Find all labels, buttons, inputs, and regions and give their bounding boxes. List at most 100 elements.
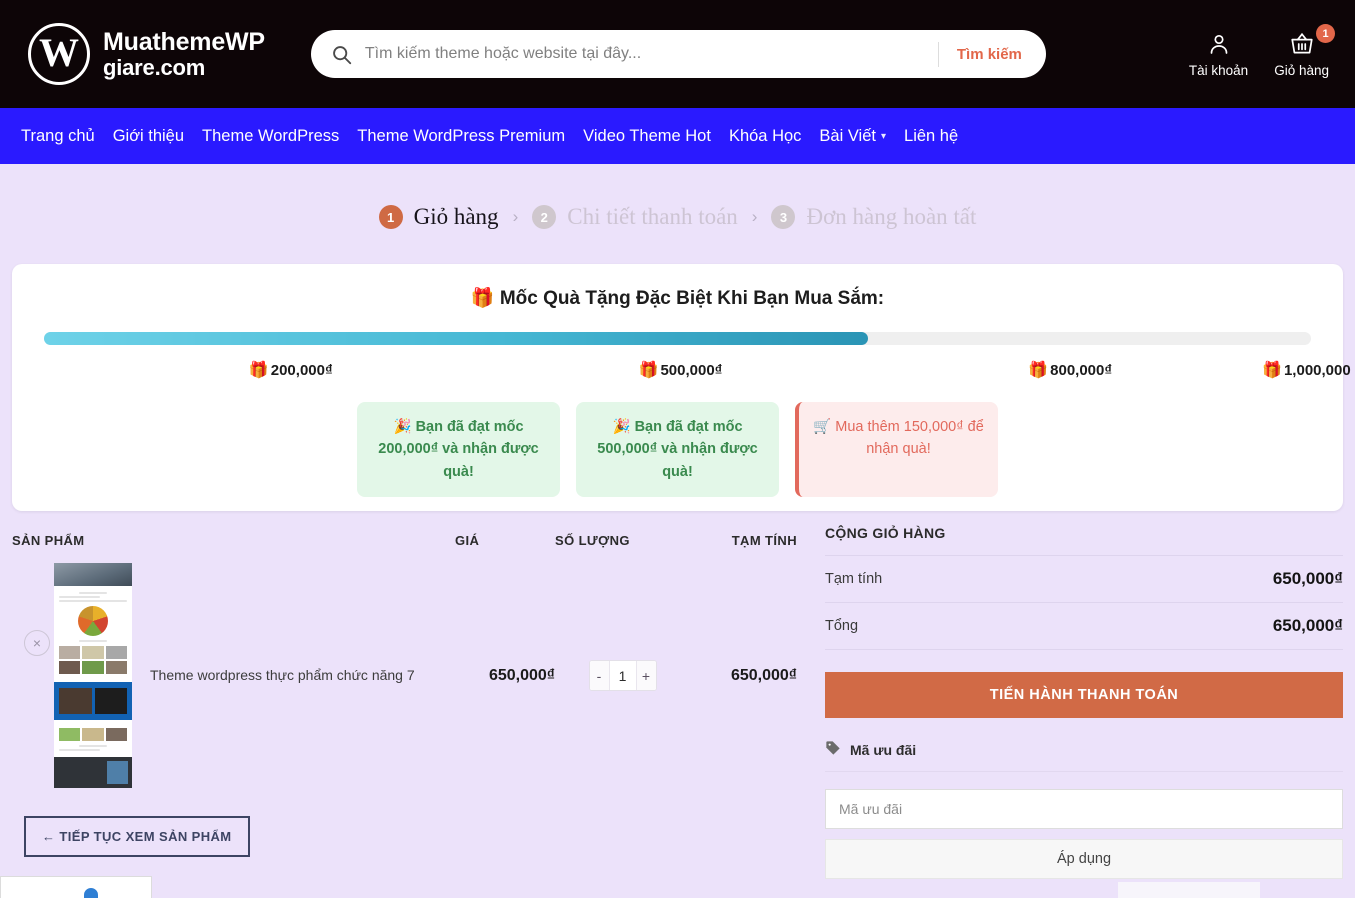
brand-text: MuathemeWP giare.com: [103, 28, 265, 80]
cart-icon: 🛒: [813, 419, 836, 435]
wordpress-logo-icon: W: [28, 23, 90, 85]
checkout-step-1[interactable]: 1 Giỏ hàng: [378, 204, 499, 230]
nav-item-label: Khóa Học: [728, 126, 802, 145]
nav-item-label: Bài Viết: [819, 126, 876, 145]
product-cell: Theme wordpress thực phẩm chức năng 7: [12, 563, 455, 789]
thumb-footer-section: [54, 757, 132, 789]
nav-item-3[interactable]: Theme WordPress: [193, 127, 348, 146]
quantity-cell: - +: [555, 660, 690, 692]
cart-total-value: 650,000₫: [1272, 569, 1343, 589]
basket-icon: [1289, 30, 1315, 58]
step-number-badge: 3: [771, 205, 796, 229]
gift-milestone-label: 500,000₫: [660, 361, 723, 379]
nav-item-2[interactable]: Giới thiệu: [104, 127, 193, 146]
cart-count-badge: 1: [1316, 24, 1335, 43]
gift-milestone-2: 🎁 500,000₫: [639, 360, 723, 380]
thumb-lower-section: [54, 720, 132, 758]
chat-widget[interactable]: [0, 876, 152, 898]
gift-icon: 🎁: [638, 362, 659, 379]
cart-totals-title: CỘNG GIỎ HÀNG: [825, 525, 946, 542]
search-button[interactable]: Tìm kiếm: [937, 41, 1040, 67]
chevron-down-icon: ▾: [881, 130, 887, 142]
account-label: Tài khoản: [1188, 63, 1249, 78]
search-bar[interactable]: Tìm kiếm: [310, 30, 1046, 78]
gift-icon: 🎁: [1028, 362, 1049, 379]
search-input[interactable]: [364, 45, 938, 63]
brand-name-line1: MuathemeWP: [103, 28, 265, 57]
cart-total-value: 650,000₫: [1272, 616, 1343, 636]
brand-name-line2: giare.com: [103, 54, 206, 80]
nav-item-label: Liên hệ: [904, 126, 959, 145]
continue-shopping-button[interactable]: ← TIẾP TỤC XEM SẢN PHẨM: [24, 816, 250, 858]
thumb-hero-section: [54, 563, 132, 587]
checkout-step-2[interactable]: 2 Chi tiết thanh toán: [532, 204, 738, 230]
nav-item-7[interactable]: Bài Viết ▾: [810, 127, 895, 146]
nav-item-label: Trang chủ: [21, 126, 95, 145]
gift-message-card-2: 🎉 Bạn đã đạt mốc 500,000₫ và nhận được q…: [576, 402, 779, 498]
quantity-decrease-button[interactable]: -: [589, 661, 609, 691]
cart-total-label: Tạm tính: [825, 571, 883, 588]
gift-milestone-label: 1,000,000: [1283, 361, 1351, 379]
gift-icon: 🎁: [248, 362, 269, 379]
thumb-blue-section: [54, 682, 132, 721]
column-header-quantity: SỐ LƯỢNG: [555, 532, 630, 548]
gift-milestone-labels: 🎁 200,000₫ 🎁 500,000₫ 🎁 800,000₫ 🎁 1,000,000: [28, 360, 1351, 384]
nav-item-label: Giới thiệu: [112, 126, 185, 145]
gift-progress-track: [44, 332, 1311, 345]
party-icon: 🎉: [393, 419, 416, 435]
checkout-steps: 1 Giỏ hàng › 2 Chi tiết thanh toán › 3 Đơn hàng…: [0, 164, 1355, 264]
nav-item-1[interactable]: Trang chủ: [12, 127, 104, 146]
cart-total-label: Tổng: [825, 618, 859, 635]
chat-icon: [84, 888, 98, 898]
quantity-input[interactable]: [608, 661, 637, 691]
nav-item-4[interactable]: Theme WordPress Premium: [348, 127, 574, 146]
user-icon: [1207, 30, 1231, 58]
product-name[interactable]: Theme wordpress thực phẩm chức năng 7: [150, 666, 415, 686]
gift-milestone-4: 🎁 1,000,000: [1262, 360, 1351, 380]
search-icon: [331, 44, 352, 65]
checkout-button[interactable]: TIẾN HÀNH THANH TOÁN: [825, 672, 1343, 719]
coupon-heading: Mã ưu đãi: [825, 740, 1343, 773]
coupon-heading-label: Mã ưu đãi: [850, 741, 917, 758]
nav-item-label: Video Theme Hot: [583, 126, 711, 145]
step-label: Giỏ hàng: [413, 204, 499, 229]
cart-total-row-1: Tạm tính 650,000₫: [825, 555, 1343, 604]
brand-logo[interactable]: W MuathemeWP giare.com: [28, 23, 265, 85]
step-separator: ›: [512, 207, 519, 226]
bottom-right-strip: [1118, 882, 1260, 898]
account-button[interactable]: Tài khoản: [1189, 30, 1248, 78]
column-header-product: SẢN PHẨM: [12, 532, 85, 548]
cart-table-header: SẢN PHẨM GIÁ SỐ LƯỢNG TẠM TÍNH: [12, 525, 797, 555]
gift-panel-title: 🎁 Mốc Quà Tặng Đặc Biệt Khi Bạn Mua Sắm:: [470, 288, 885, 309]
cart-totals-rows: Tạm tính 650,000₫ Tổng 650,000₫: [825, 555, 1343, 651]
gift-milestone-3: 🎁 800,000₫: [1028, 360, 1112, 380]
cart-total-row-2: Tổng 650,000₫: [825, 603, 1343, 651]
checkout-step-3[interactable]: 3 Đơn hàng hoàn tất: [771, 204, 976, 230]
step-separator: ›: [751, 207, 758, 226]
nav-item-8[interactable]: Liên hệ: [895, 127, 967, 146]
nav-item-5[interactable]: Video Theme Hot: [574, 127, 720, 146]
header-actions: Tài khoản 1 Giỏ hàng: [1189, 24, 1335, 78]
tag-icon: [825, 740, 841, 759]
site-header: W MuathemeWP giare.com Tìm kiếm Tài khoả…: [0, 0, 1355, 108]
coupon-input[interactable]: [825, 789, 1343, 830]
main-navigation: Trang chủ Giới thiệu Theme WordPress Theme …: [0, 108, 1355, 164]
quantity-increase-button[interactable]: +: [636, 661, 656, 691]
cart-totals-section: CỘNG GIỎ HÀNG Tạm tính 650,000₫ Tổng 650,00…: [825, 525, 1343, 880]
quantity-stepper[interactable]: - +: [588, 660, 657, 692]
product-price: 650,000₫: [488, 666, 555, 684]
step-number-badge: 1: [378, 205, 403, 229]
gift-milestone-panel: 🎁 Mốc Quà Tặng Đặc Biệt Khi Bạn Mua Sắm:…: [12, 264, 1351, 512]
table-row: Theme wordpress thực phẩm chức năng 7 65…: [12, 555, 797, 796]
gift-message-card-3: 🛒 Mua thêm 150,000₫ để nhận quà!: [795, 402, 998, 498]
nav-item-6[interactable]: Khóa Học: [720, 127, 810, 146]
gift-milestone-label: 800,000₫: [1050, 361, 1113, 379]
cart-area: SẢN PHẨM GIÁ SỐ LƯỢNG TẠM TÍNH × Theme w…: [0, 525, 1355, 880]
logo-letter: W: [39, 29, 79, 75]
column-header-subtotal: TẠM TÍNH: [731, 532, 797, 548]
apply-coupon-button[interactable]: Áp dụng: [825, 839, 1343, 880]
cart-label: Giỏ hàng: [1274, 63, 1329, 78]
product-thumbnail[interactable]: [54, 563, 132, 789]
cart-button[interactable]: 1 Giỏ hàng: [1274, 24, 1335, 78]
gift-icon: 🎁: [1262, 362, 1282, 379]
